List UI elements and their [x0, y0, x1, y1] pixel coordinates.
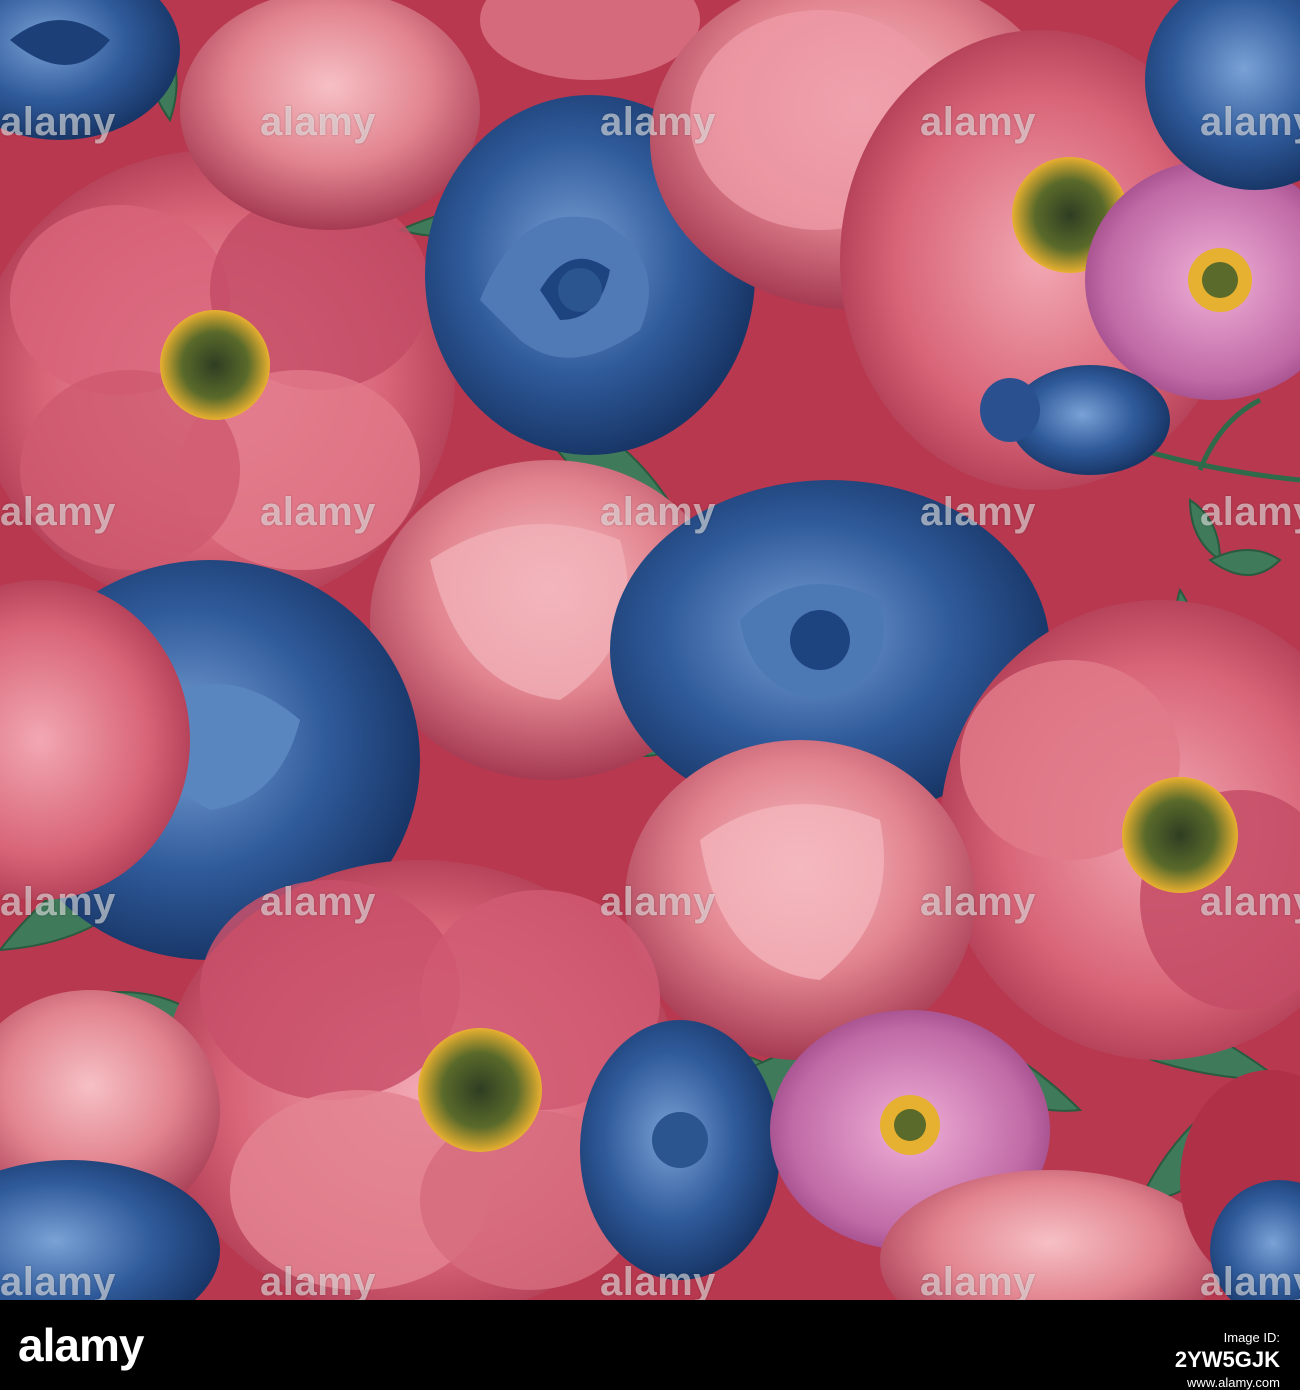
alamy-logo[interactable]: alamy [18, 1318, 144, 1372]
floral-watercolor-pattern [0, 0, 1300, 1300]
footer-bar: alamy Image ID: 2YW5GJK www.alamy.com [0, 1300, 1300, 1390]
image-id-label: Image ID: [1223, 1330, 1280, 1345]
blue-rose-bottom-center [580, 1020, 780, 1280]
image-id-block: Image ID: 2YW5GJK www.alamy.com [1175, 1330, 1280, 1390]
stock-image-page: alamy alamy alamy alamy alamy alamy alam… [0, 0, 1300, 1390]
image-id-value: 2YW5GJK [1174, 1347, 1280, 1372]
site-url[interactable]: www.alamy.com [1175, 1375, 1280, 1390]
